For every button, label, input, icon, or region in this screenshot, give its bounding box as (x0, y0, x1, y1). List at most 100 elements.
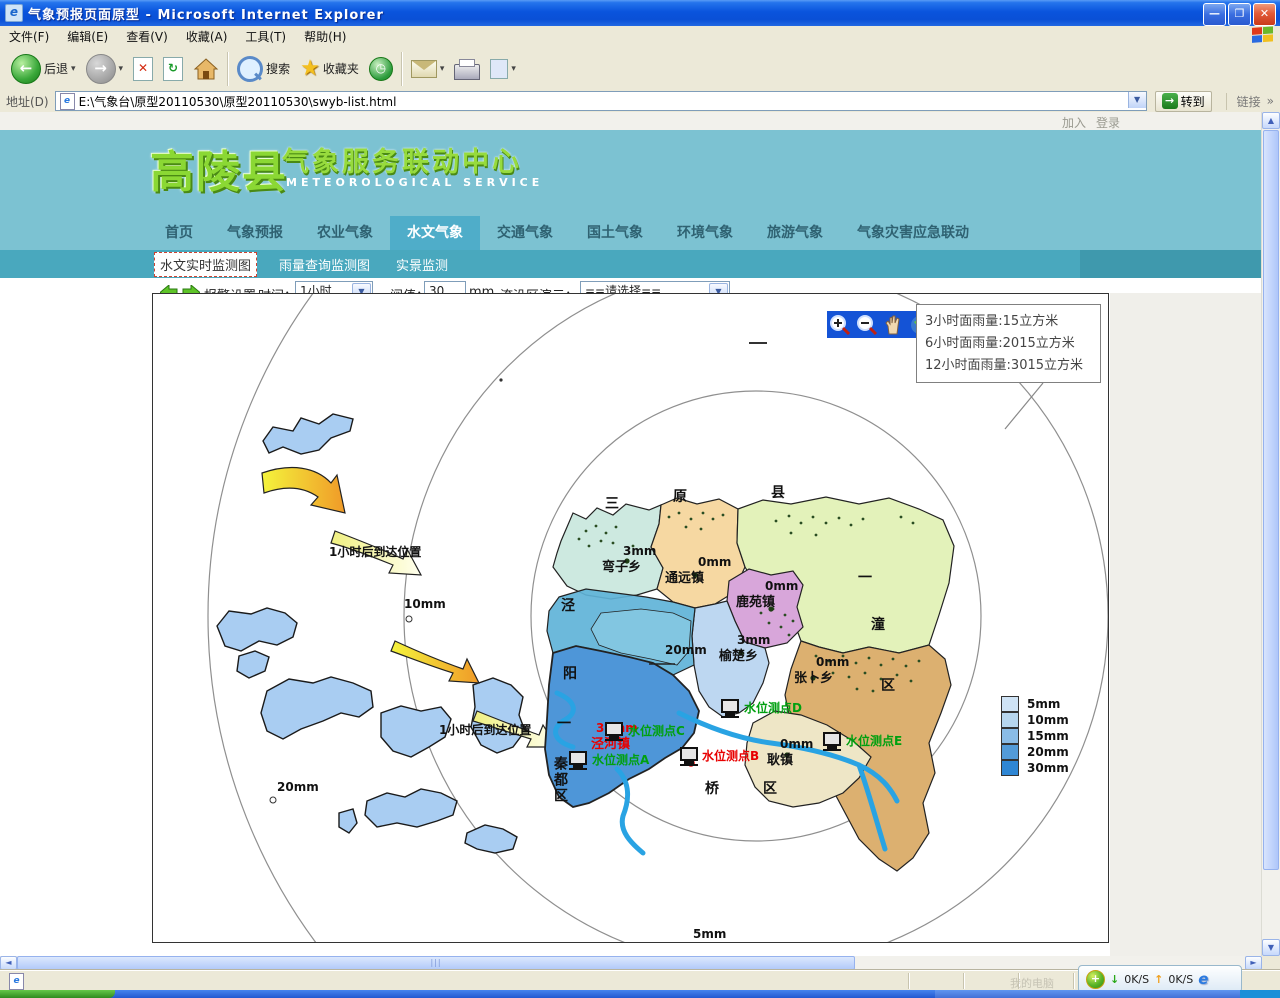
scrollbar-corner (1262, 956, 1280, 970)
town-label: 通远镇 (665, 567, 704, 586)
edit-dropdown-icon[interactable]: ▾ (511, 64, 516, 74)
legend-row: 20mm (1001, 744, 1069, 760)
address-dropdown-icon[interactable]: ▼ (1128, 92, 1146, 108)
sub-nav: 水文实时监测图 雨量查询监测图 实景监测 (0, 250, 1262, 278)
map-graphics (153, 294, 1108, 942)
rainfall-6h: 6小时面雨量:2015立方米 (925, 333, 1092, 355)
station-icon-C[interactable] (605, 718, 623, 737)
favorites-label: 收藏夹 (323, 60, 359, 77)
map-zoom-out-button[interactable] (856, 314, 878, 336)
nav-hydrology[interactable]: 水文气象 (390, 216, 480, 250)
station-icon-D[interactable] (721, 695, 739, 714)
edit-icon (490, 59, 508, 79)
scroll-left-button[interactable]: ◄ (0, 956, 17, 970)
station-icon-B[interactable] (680, 743, 698, 762)
refresh-button[interactable]: ↻ (158, 57, 188, 81)
station-label-D[interactable]: 水位测点D (744, 699, 802, 716)
tab-hydrology-realtime-map[interactable]: 水文实时监测图 (154, 252, 257, 277)
taskbar-item-fragment[interactable] (935, 990, 1240, 998)
favorites-button[interactable]: ★ 收藏夹 (295, 56, 364, 81)
menu-view[interactable]: 查看(V) (117, 28, 177, 45)
forward-dropdown-icon[interactable]: ▾ (119, 64, 124, 74)
legend-swatch (1001, 744, 1019, 760)
vertical-scroll-thumb[interactable] (1263, 130, 1279, 870)
search-icon (237, 56, 263, 82)
upload-arrow-icon: ↑ (1154, 973, 1163, 986)
page-icon: e (60, 93, 75, 110)
nav-land[interactable]: 国土气象 (570, 216, 660, 250)
system-tray-fragment (1240, 990, 1280, 998)
tab-live-monitor[interactable]: 实景监测 (396, 255, 448, 274)
close-button[interactable]: ✕ (1253, 3, 1276, 26)
nav-traffic[interactable]: 交通气象 (480, 216, 570, 250)
neighbor-label: 潼 (871, 614, 885, 634)
links-label: 链接 (1237, 93, 1261, 110)
legend-label: 20mm (1027, 745, 1069, 759)
neighbor-label: 阳 (563, 663, 577, 683)
mail-button[interactable]: ▾ (406, 60, 450, 78)
start-button-fragment[interactable] (0, 990, 115, 998)
network-speed-widget[interactable]: + ↓ 0K/S ↑ 0K/S e (1078, 965, 1242, 993)
minimize-button[interactable]: — (1203, 3, 1226, 26)
taskbar[interactable] (0, 990, 1280, 998)
monitor-icon (680, 747, 698, 761)
scroll-right-button[interactable]: ► (1245, 956, 1262, 970)
menu-help[interactable]: 帮助(H) (295, 28, 355, 45)
nav-tourism[interactable]: 旅游气象 (750, 216, 840, 250)
join-link[interactable]: 加入 (1062, 114, 1086, 131)
neighbor-label: 一 (557, 713, 571, 733)
restore-button[interactable]: ❐ (1228, 3, 1251, 26)
station-label-E[interactable]: 水位测点E (846, 732, 902, 749)
horizontal-scrollbar[interactable]: ◄ ||| ► (0, 956, 1262, 970)
neighbor-label: 泾 (561, 595, 575, 615)
edit-button[interactable]: ▾ (485, 59, 521, 79)
legend-label: 10mm (1027, 713, 1069, 727)
town-label: 弯子乡 (602, 556, 641, 575)
go-button[interactable]: → 转到 (1155, 91, 1212, 112)
scroll-down-button[interactable]: ▼ (1262, 939, 1280, 956)
map-canvas[interactable]: 3小时面雨量:15立方米 6小时面雨量:2015立方米 12小时面雨量:3015… (152, 293, 1109, 943)
menu-favorites[interactable]: 收藏(A) (177, 28, 237, 45)
history-button[interactable]: ◷ (364, 57, 398, 81)
ie-tray-icon: e (1198, 970, 1208, 988)
tab-rainfall-query-map[interactable]: 雨量查询监测图 (279, 255, 370, 274)
station-label-C[interactable]: 水位测点C (628, 722, 685, 739)
nav-agriculture[interactable]: 农业气象 (300, 216, 390, 250)
nav-environment[interactable]: 环境气象 (660, 216, 750, 250)
neighbor-label: 区 (763, 778, 777, 798)
print-button[interactable] (449, 58, 485, 80)
neighbor-label: 原 (673, 486, 687, 506)
menu-file[interactable]: 文件(F) (0, 28, 58, 45)
rainfall-12h: 12小时面雨量:3015立方米 (925, 355, 1092, 377)
stop-button[interactable]: ✕ (128, 57, 158, 81)
nav-weather-forecast[interactable]: 气象预报 (210, 216, 300, 250)
horizontal-scroll-thumb[interactable]: ||| (17, 956, 855, 970)
station-label-A[interactable]: 水位测点A (592, 751, 649, 768)
vertical-scrollbar[interactable]: ▲ ▼ (1261, 112, 1280, 956)
mail-dropdown-icon[interactable]: ▾ (440, 64, 445, 74)
login-link[interactable]: 登录 (1096, 114, 1120, 131)
search-button[interactable]: 搜索 (232, 56, 295, 82)
monitor-icon (569, 751, 587, 765)
refresh-icon: ↻ (163, 57, 183, 81)
forward-button[interactable]: → ▾ (81, 54, 129, 84)
scroll-up-button[interactable]: ▲ (1262, 112, 1280, 129)
nav-disaster-emergency[interactable]: 气象灾害应急联动 (840, 216, 986, 250)
menu-edit[interactable]: 编辑(E) (58, 28, 117, 45)
map-zoom-in-button[interactable] (829, 314, 851, 336)
address-value: E:\气象台\原型20110530\原型20110530\swyb-list.h… (79, 93, 397, 110)
links-button[interactable]: 链接 » (1226, 93, 1274, 110)
address-input[interactable]: e E:\气象台\原型20110530\原型20110530\swyb-list… (55, 91, 1147, 111)
back-dropdown-icon[interactable]: ▾ (71, 64, 76, 74)
title-bar[interactable]: e 气象预报页面原型 - Microsoft Internet Explorer… (0, 0, 1280, 26)
download-arrow-icon: ↓ (1110, 973, 1119, 986)
station-icon-A[interactable] (569, 747, 587, 766)
back-button[interactable]: ← 后退 ▾ (6, 54, 81, 84)
home-button[interactable] (188, 57, 224, 81)
nav-home[interactable]: 首页 (148, 216, 210, 250)
menu-tools[interactable]: 工具(T) (236, 28, 295, 45)
station-icon-E[interactable] (823, 728, 841, 747)
station-label-B[interactable]: 水位测点B (702, 747, 759, 764)
map-pan-hand-button[interactable] (882, 314, 904, 336)
monitor-icon (823, 732, 841, 746)
